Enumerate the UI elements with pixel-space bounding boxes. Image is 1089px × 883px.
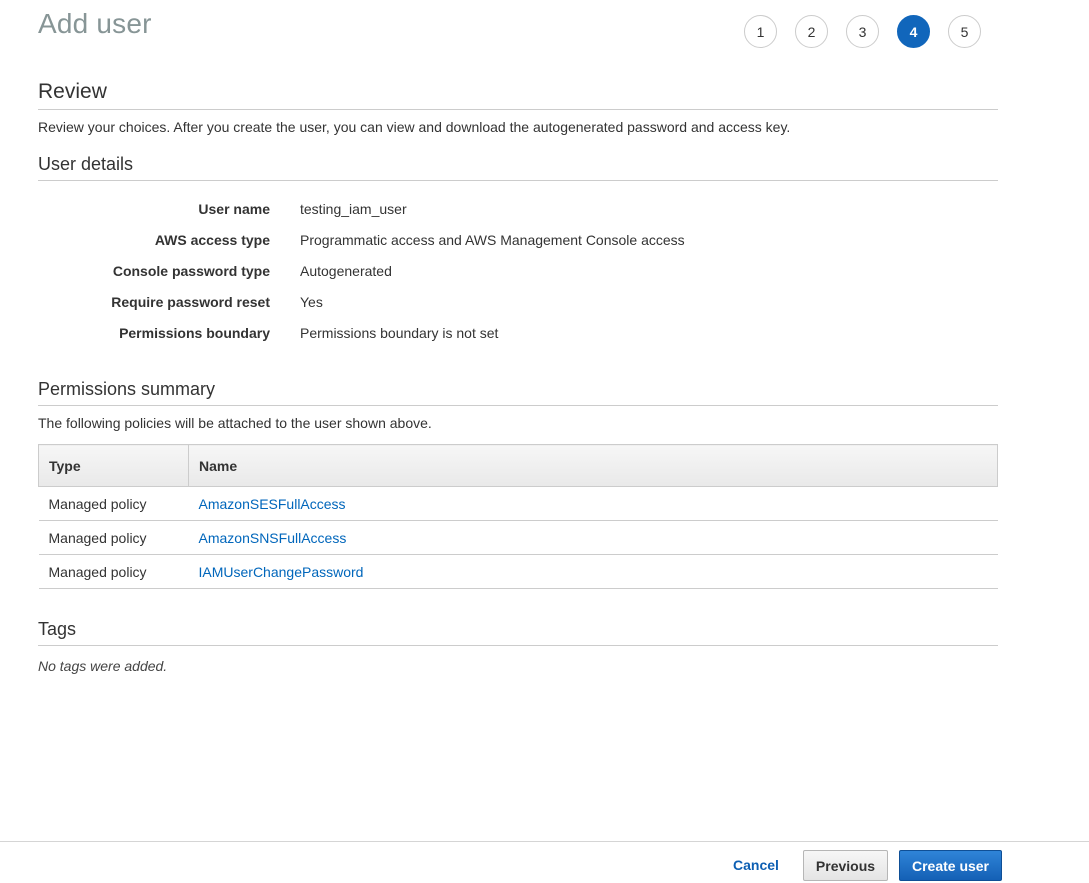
policy-type-cell: Managed policy	[38, 554, 189, 589]
table-header-row: Type Name	[38, 444, 998, 487]
review-description: Review your choices. After you create th…	[38, 119, 791, 135]
detail-row-access-type: AWS access type Programmatic access and …	[38, 224, 998, 255]
detail-label: User name	[198, 200, 270, 217]
policy-name-cell: IAMUserChangePassword	[188, 554, 998, 589]
table-row: Managed policy IAMUserChangePassword	[38, 554, 998, 589]
detail-value: Yes	[300, 293, 323, 310]
step-4-current[interactable]: 4	[897, 15, 930, 48]
permissions-summary-heading: Permissions summary	[38, 379, 998, 406]
policy-name-cell: AmazonSESFullAccess	[188, 486, 998, 521]
wizard-footer: Cancel Previous Create user	[0, 841, 1089, 883]
permissions-table: Type Name Managed policy AmazonSESFullAc…	[38, 444, 998, 589]
detail-label: Require password reset	[111, 293, 270, 310]
detail-value: Autogenerated	[300, 262, 392, 279]
detail-row-user-name: User name testing_iam_user	[38, 193, 998, 224]
table-row: Managed policy AmazonSESFullAccess	[38, 486, 998, 521]
no-tags-message: No tags were added.	[38, 658, 168, 674]
detail-label: Permissions boundary	[119, 324, 270, 341]
step-1[interactable]: 1	[744, 15, 777, 48]
step-3[interactable]: 3	[846, 15, 879, 48]
step-2[interactable]: 2	[795, 15, 828, 48]
table-row: Managed policy AmazonSNSFullAccess	[38, 520, 998, 555]
detail-row-password-reset: Require password reset Yes	[38, 286, 998, 317]
column-header-type: Type	[38, 444, 189, 487]
policy-link[interactable]: AmazonSNSFullAccess	[199, 530, 347, 546]
permissions-description: The following policies will be attached …	[38, 415, 432, 431]
policy-name-cell: AmazonSNSFullAccess	[188, 520, 998, 555]
wizard-steps: 1 2 3 4 5	[744, 15, 981, 48]
detail-value: testing_iam_user	[300, 200, 407, 217]
review-content: Review Review your choices. After you cr…	[38, 80, 998, 674]
detail-row-password-type: Console password type Autogenerated	[38, 255, 998, 286]
add-user-page: Add user 1 2 3 4 5 Review Review your ch…	[0, 0, 1089, 883]
user-details-heading: User details	[38, 154, 998, 181]
column-header-name: Name	[188, 444, 998, 487]
detail-value: Programmatic access and AWS Management C…	[300, 231, 685, 248]
user-details-list: User name testing_iam_user AWS access ty…	[38, 193, 998, 348]
policy-link[interactable]: AmazonSESFullAccess	[199, 496, 346, 512]
create-user-button[interactable]: Create user	[899, 850, 1002, 881]
policy-type-cell: Managed policy	[38, 520, 189, 555]
detail-value: Permissions boundary is not set	[300, 324, 499, 341]
detail-label: AWS access type	[154, 231, 270, 248]
page-title: Add user	[38, 8, 152, 39]
previous-button[interactable]: Previous	[803, 850, 888, 881]
cancel-button[interactable]: Cancel	[733, 857, 779, 873]
review-heading: Review	[38, 80, 998, 110]
tags-heading: Tags	[38, 619, 998, 646]
step-5[interactable]: 5	[948, 15, 981, 48]
policy-type-cell: Managed policy	[38, 486, 189, 521]
detail-row-permissions-boundary: Permissions boundary Permissions boundar…	[38, 317, 998, 348]
detail-label: Console password type	[112, 262, 270, 279]
policy-link[interactable]: IAMUserChangePassword	[199, 564, 364, 580]
